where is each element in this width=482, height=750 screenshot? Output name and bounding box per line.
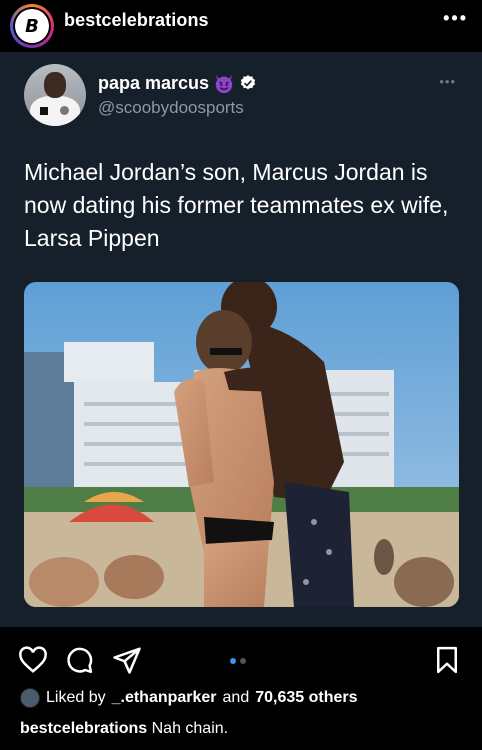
liker-avatar (20, 688, 40, 708)
tweet-author-handle: @scoobydoosports (98, 98, 244, 117)
carousel-dot-active (230, 658, 236, 664)
carousel-indicator (230, 658, 246, 664)
caption-text: Nah chain. (151, 720, 229, 737)
likes-prefix: Liked by (46, 689, 106, 706)
likes-summary[interactable]: Liked by _.ethanparker and 70,635 others (20, 688, 358, 708)
share-icon[interactable] (112, 645, 142, 675)
tweet-photo (24, 282, 459, 607)
tweet-author-avatar (24, 64, 86, 126)
account-avatar[interactable]: B (10, 4, 54, 48)
tweet-author-row: papa marcus (98, 72, 257, 94)
post-caption: bestcelebrations Nah chain. (20, 720, 228, 738)
carousel-dot (240, 658, 246, 664)
tweet-more-icon: ••• (439, 74, 456, 89)
post-action-bar (0, 627, 482, 687)
likes-others-count[interactable]: 70,635 others (255, 689, 357, 707)
tweet-text: Michael Jordan’s son, Marcus Jordan is n… (24, 159, 449, 251)
post-options-icon[interactable]: ••• (443, 8, 468, 29)
caption-username[interactable]: bestcelebrations (20, 720, 147, 737)
liker-username[interactable]: _.ethanparker (112, 689, 217, 707)
likes-middle: and (222, 689, 250, 706)
post-header: B bestcelebrations ••• (0, 0, 482, 52)
comment-icon[interactable] (64, 645, 94, 675)
account-avatar-letter: B (25, 15, 39, 37)
tweet-card: papa marcus @scoobydoosports ••• Michael… (0, 52, 482, 627)
bookmark-icon[interactable] (432, 645, 462, 675)
verified-badge-icon (240, 75, 256, 90)
smiling-devil-icon (215, 74, 233, 94)
account-username[interactable]: bestcelebrations (64, 10, 209, 31)
tweet-author-name: papa marcus (98, 72, 210, 93)
heart-icon[interactable] (18, 645, 48, 675)
